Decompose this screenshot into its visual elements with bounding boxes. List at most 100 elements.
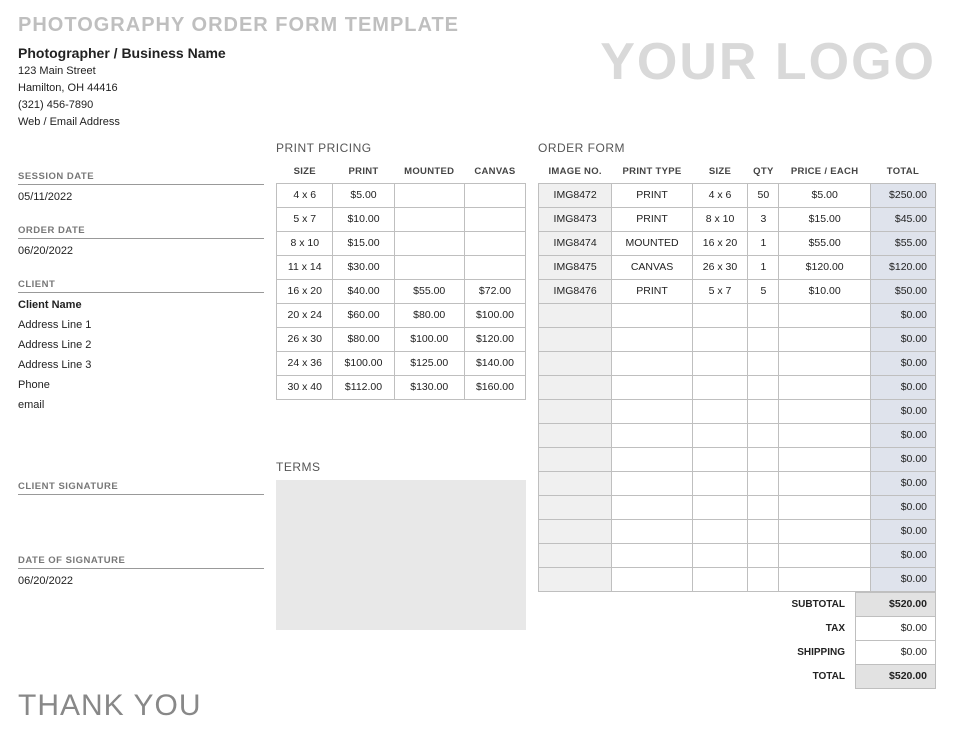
left-column: SESSION DATE 05/11/2022 ORDER DATE 06/20… [18,141,264,723]
order-row-empty: $0.00 [539,423,936,447]
order-cell-qty: 1 [748,231,779,255]
order-cell-empty [539,351,612,375]
order-cell-price: $55.00 [779,231,870,255]
total-value: $520.00 [856,664,936,688]
order-cell-qty: 5 [748,279,779,303]
order-cell-empty [748,399,779,423]
order-cell-total: $250.00 [870,183,935,207]
order-cell-empty [779,543,870,567]
order-cell-empty [692,351,748,375]
order-cell-empty [748,327,779,351]
subtotal-label: SUBTOTAL [538,592,856,616]
order-cell-total: $120.00 [870,255,935,279]
order-cell-empty [539,471,612,495]
pricing-row: 8 x 10$15.00 [277,231,526,255]
order-cell-empty [612,303,692,327]
pricing-cell-mounted: $130.00 [394,375,464,399]
pricing-cell-print: $30.00 [333,255,394,279]
pricing-cell-canvas: $72.00 [464,279,525,303]
order-cell-empty [692,399,748,423]
order-cell-empty [539,327,612,351]
order-cell-empty [748,471,779,495]
order-cell-price: $10.00 [779,279,870,303]
order-cell-empty [539,303,612,327]
order-cell-empty [539,543,612,567]
order-cell-empty [748,447,779,471]
order-cell-empty [612,543,692,567]
order-row-empty: $0.00 [539,471,936,495]
pricing-cell-mounted: $100.00 [394,327,464,351]
order-cell-empty [779,399,870,423]
order-header-type: PRINT TYPE [612,159,692,183]
order-cell-size: 4 x 6 [692,183,748,207]
client-name: Client Name [18,293,264,313]
order-row-empty: $0.00 [539,351,936,375]
order-cell-empty [692,447,748,471]
order-cell-empty [779,375,870,399]
order-cell-empty [612,495,692,519]
business-web: Web / Email Address [18,116,459,128]
order-cell-empty [748,567,779,591]
pricing-cell-print: $5.00 [333,183,394,207]
order-cell-empty [612,447,692,471]
order-cell-empty [539,375,612,399]
page-title: PHOTOGRAPHY ORDER FORM TEMPLATE [18,14,459,37]
order-cell-empty [779,567,870,591]
order-cell-total: $0.00 [870,399,935,423]
order-cell-price: $15.00 [779,207,870,231]
order-cell-empty [692,471,748,495]
pricing-cell-size: 4 x 6 [277,183,333,207]
pricing-row: 4 x 6$5.00 [277,183,526,207]
pricing-cell-print: $10.00 [333,207,394,231]
pricing-header-canvas: CANVAS [464,159,525,183]
order-cell-img: IMG8476 [539,279,612,303]
order-cell-empty [692,423,748,447]
pricing-cell-size: 26 x 30 [277,327,333,351]
client-addr2: Address Line 2 [18,333,264,353]
order-table: IMAGE NO. PRINT TYPE SIZE QTY PRICE / EA… [538,159,936,592]
shipping-value: $0.00 [856,640,936,664]
order-cell-empty [539,519,612,543]
order-cell-empty [748,375,779,399]
order-row-empty: $0.00 [539,543,936,567]
order-cell-empty [539,399,612,423]
order-row: IMG8475CANVAS26 x 301$120.00$120.00 [539,255,936,279]
order-cell-type: MOUNTED [612,231,692,255]
order-cell-size: 8 x 10 [692,207,748,231]
client-label: CLIENT [18,275,264,293]
pricing-row: 16 x 20$40.00$55.00$72.00 [277,279,526,303]
pricing-cell-size: 8 x 10 [277,231,333,255]
date-signature-label: DATE OF SIGNATURE [18,551,264,569]
pricing-row: 30 x 40$112.00$130.00$160.00 [277,375,526,399]
order-header-size: SIZE [692,159,748,183]
pricing-cell-mounted: $80.00 [394,303,464,327]
order-cell-img: IMG8472 [539,183,612,207]
order-cell-size: 26 x 30 [692,255,748,279]
pricing-cell-size: 24 x 36 [277,351,333,375]
order-cell-empty [612,471,692,495]
order-row-empty: $0.00 [539,399,936,423]
order-row-empty: $0.00 [539,567,936,591]
order-cell-type: PRINT [612,183,692,207]
pricing-cell-print: $40.00 [333,279,394,303]
order-row-empty: $0.00 [539,327,936,351]
order-cell-total: $55.00 [870,231,935,255]
client-phone: Phone [18,373,264,393]
order-row-empty: $0.00 [539,519,936,543]
signature-label: CLIENT SIGNATURE [18,477,264,495]
order-cell-size: 16 x 20 [692,231,748,255]
order-cell-empty [692,375,748,399]
pricing-cell-mounted [394,183,464,207]
pricing-header-size: SIZE [277,159,333,183]
pricing-header-mounted: MOUNTED [394,159,464,183]
order-cell-empty [779,519,870,543]
order-cell-empty [779,423,870,447]
pricing-cell-size: 11 x 14 [277,255,333,279]
pricing-cell-print: $15.00 [333,231,394,255]
order-cell-qty: 50 [748,183,779,207]
logo-placeholder: YOUR LOGO [600,14,936,92]
order-cell-total: $0.00 [870,495,935,519]
order-cell-empty [748,423,779,447]
pricing-row: 11 x 14$30.00 [277,255,526,279]
order-cell-empty [692,303,748,327]
